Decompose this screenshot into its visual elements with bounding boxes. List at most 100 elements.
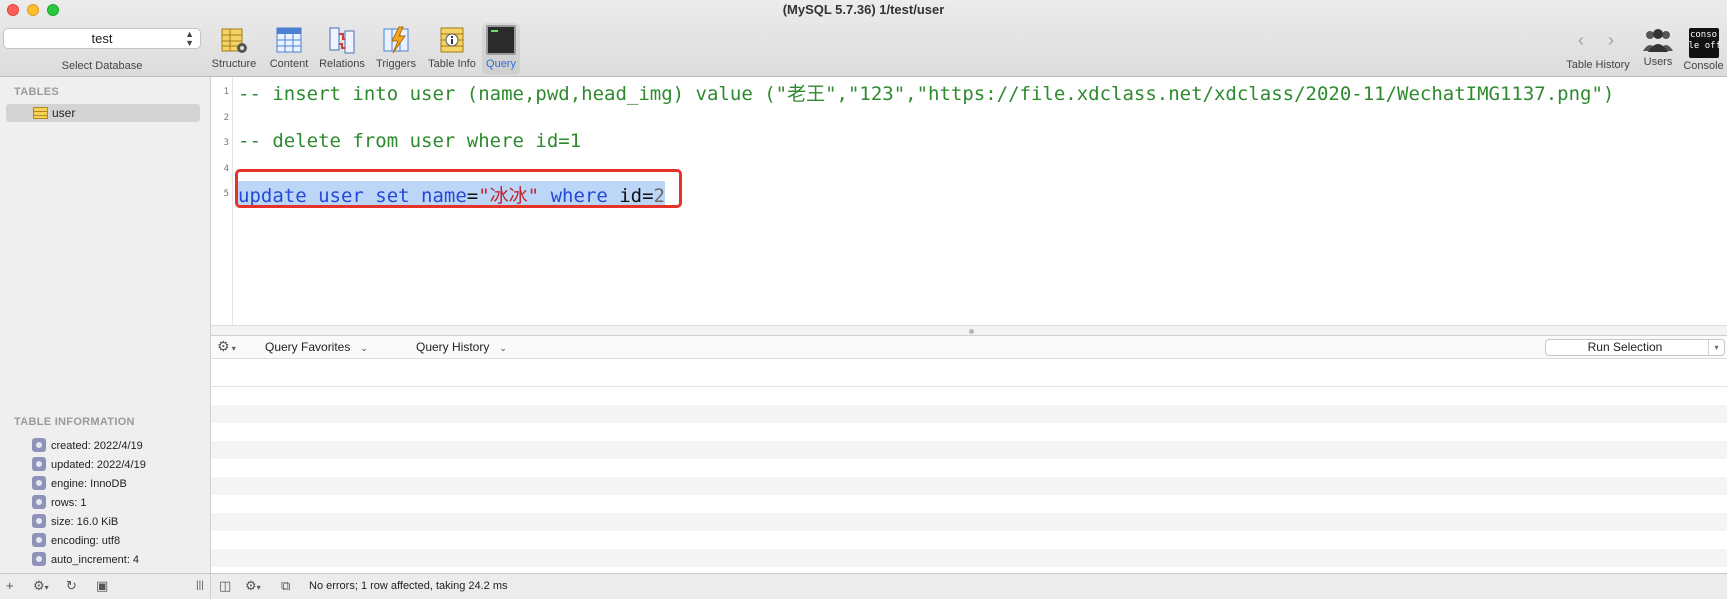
tab-query-label: Query (486, 58, 516, 70)
history-forward-button[interactable]: › (1608, 30, 1614, 51)
query-favorites-button[interactable]: Query Favorites ⌄ (265, 340, 368, 354)
console-icon: conso le off (1688, 28, 1721, 58)
code-line-3: -- delete from user where id=1 (238, 130, 582, 152)
tab-content-label: Content (269, 58, 309, 70)
results-actions-button[interactable]: ⚙▾ (245, 578, 261, 594)
database-select[interactable]: test ▲ ▼ (3, 28, 201, 49)
info-bullet-icon (32, 552, 46, 566)
tab-structure-label: Structure (211, 58, 257, 70)
table-row (211, 531, 1727, 549)
info-row: updated: 2022/4/19 (32, 457, 146, 471)
status-message: No errors; 1 row affected, taking 24.2 m… (309, 580, 508, 592)
database-select-caption: Select Database (61, 60, 143, 72)
structure-icon (219, 25, 249, 55)
line-number: 1 (223, 87, 229, 97)
select-arrows-icon: ▲ ▼ (185, 28, 194, 48)
table-row (211, 441, 1727, 459)
line-number: 2 (223, 113, 229, 123)
tab-query[interactable]: Query (482, 23, 520, 75)
table-actions-button[interactable]: ⚙▾ (33, 578, 49, 594)
editor-results-splitter[interactable] (211, 325, 1727, 336)
tab-relations-label: Relations (319, 58, 365, 70)
history-back-button[interactable]: ‹ (1578, 30, 1584, 51)
gear-icon: ⚙ (217, 338, 230, 354)
info-row: auto_increment: 4 (32, 552, 139, 566)
info-row: engine: InnoDB (32, 476, 127, 490)
line-number: 4 (223, 164, 229, 174)
console-button[interactable]: conso le off Console (1682, 23, 1725, 72)
table-row (211, 513, 1727, 531)
tab-triggers-label: Triggers (376, 58, 416, 70)
copy-results-button[interactable]: ⧉ (281, 578, 290, 594)
chevron-down-icon: ⌄ (360, 343, 368, 353)
table-row (211, 459, 1727, 477)
selection-highlight-box (235, 169, 682, 208)
line-number: 5 (223, 189, 229, 199)
content-icon (274, 25, 304, 55)
tab-content[interactable]: Content (265, 23, 313, 75)
query-bar: ⚙ ▾ Query Favorites ⌄ Query History ⌄ Run … (211, 336, 1727, 359)
resize-handle-icon[interactable]: ||| (196, 580, 204, 591)
table-information-heading: TABLE INFORMATION (14, 416, 135, 428)
run-menu-arrow-icon[interactable]: ▾ (1708, 340, 1724, 355)
plus-icon: + (6, 578, 14, 593)
chevron-down-icon: ⌄ (499, 343, 507, 353)
table-row (211, 477, 1727, 495)
refresh-button[interactable]: ↻ (66, 578, 77, 594)
tab-table-info-label: Table Info (428, 58, 476, 70)
panel-icon: ◫ (219, 578, 232, 593)
tab-triggers[interactable]: Triggers (372, 23, 420, 75)
filter-icon: ▣ (96, 578, 109, 593)
window-title: (MySQL 5.7.36) 1/test/user (782, 2, 945, 17)
add-table-button[interactable]: + (6, 578, 14, 593)
info-row: encoding: utf8 (32, 533, 120, 547)
run-selection-button[interactable]: Run Selection ▾ (1545, 339, 1725, 356)
info-row: size: 16.0 KiB (32, 514, 118, 528)
line-number-gutter: 1 2 3 4 5 (211, 77, 233, 325)
sidebar-table-label: user (52, 106, 76, 120)
info-bullet-icon (32, 495, 46, 509)
gear-menu-button[interactable]: ⚙ ▾ (217, 338, 236, 355)
status-bar: ◫ ⚙▾ ⧉ No errors; 1 row affected, taking… (211, 573, 1727, 599)
results-table[interactable] (211, 359, 1727, 573)
database-select-value: test (91, 31, 113, 46)
table-icon (33, 107, 48, 119)
users-label: Users (1643, 56, 1673, 68)
table-history-label: Table History (1566, 59, 1630, 71)
info-bullet-icon (32, 438, 46, 452)
table-row (211, 405, 1727, 423)
triggers-icon (381, 25, 411, 55)
gear-icon: ⚙ (33, 578, 45, 593)
sidebar-bottom-bar: + ⚙▾ ↻ ▣ ||| (0, 573, 211, 599)
tab-relations[interactable]: Relations (316, 23, 368, 75)
line-number: 3 (223, 138, 229, 148)
code-line-1: -- insert into user (name,pwd,head_img) … (238, 83, 1615, 105)
gear-icon: ⚙ (245, 578, 257, 593)
info-row: rows: 1 (32, 495, 86, 509)
table-row (211, 423, 1727, 441)
tables-heading: TABLES (14, 86, 59, 98)
results-header-row (211, 359, 1727, 387)
terminal-icon (486, 25, 516, 55)
tab-table-info[interactable]: Table Info (424, 23, 480, 75)
sidebar: TABLES user TABLE INFORMATION created: 2… (0, 77, 211, 573)
sidebar-table-item[interactable]: user (6, 104, 200, 122)
filter-toggle-button[interactable]: ▣ (96, 578, 108, 594)
info-row: created: 2022/4/19 (32, 438, 143, 452)
table-row (211, 495, 1727, 513)
copy-icon: ⧉ (281, 578, 291, 593)
relations-icon (327, 25, 357, 55)
users-button[interactable]: Users (1640, 23, 1676, 68)
console-label: Console (1683, 60, 1724, 72)
users-icon (1641, 27, 1675, 57)
toggle-panel-button[interactable]: ◫ (219, 578, 231, 594)
table-row (211, 549, 1727, 567)
query-history-button[interactable]: Query History ⌄ (416, 340, 507, 354)
query-editor[interactable]: 1 2 3 4 5 -- insert into user (name,pwd,… (211, 77, 1727, 325)
info-bullet-icon (32, 533, 46, 547)
table-row (211, 387, 1727, 405)
tab-structure[interactable]: Structure (208, 23, 260, 75)
window-titlebar: (MySQL 5.7.36) 1/test/user test ▲ ▼ Selec… (0, 0, 1727, 77)
info-bullet-icon (32, 476, 46, 490)
info-bullet-icon (32, 514, 46, 528)
